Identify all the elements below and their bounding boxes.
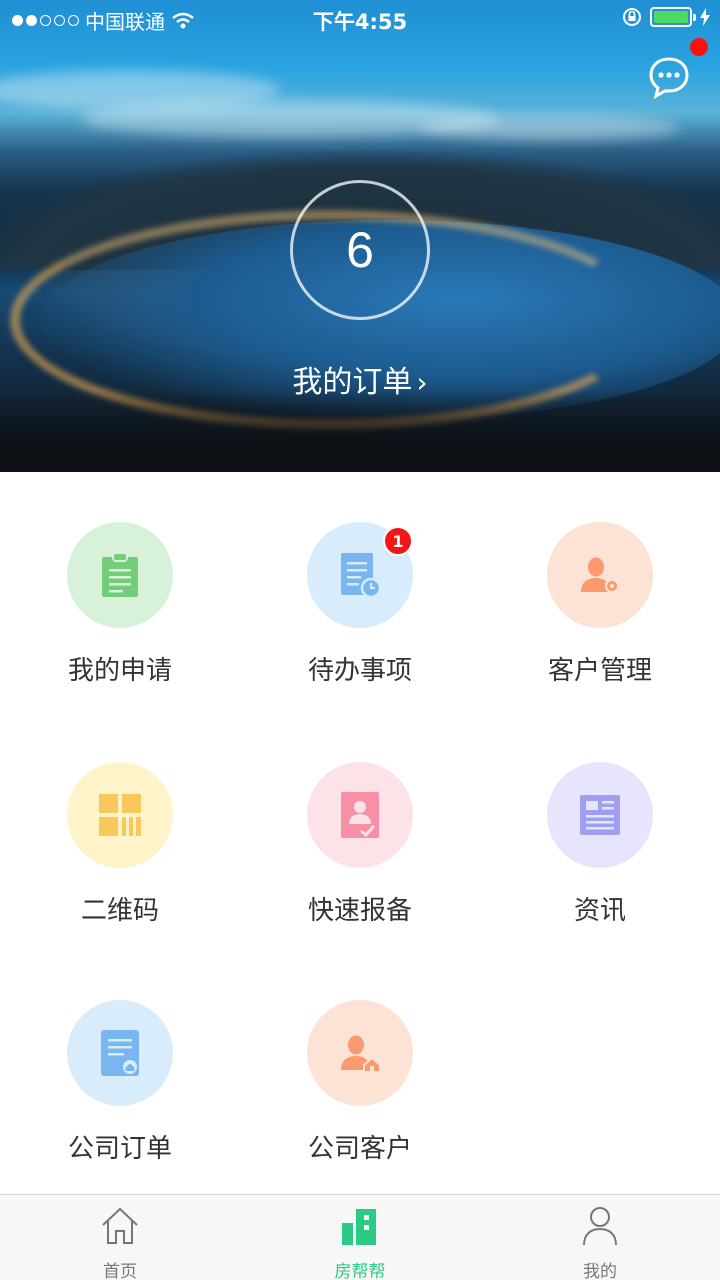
battery-charging-icon <box>650 7 696 27</box>
menu-label: 待办事项 <box>307 656 412 686</box>
menu-label: 公司客户 <box>307 1134 412 1164</box>
status-time: 下午4:55 <box>312 10 408 34</box>
tab-label: 我的 <box>583 1262 617 1280</box>
menu-grid: 我的申请 待办事项 客户管理 二维码 快速报备 资讯 公司订单 公司客户 <box>0 472 720 1194</box>
order-count: 6 <box>346 222 374 278</box>
tab-home[interactable]: 首页 <box>0 1195 240 1280</box>
qr-code-icon <box>67 762 173 868</box>
status-bar: 中国联通 下午4:55 <box>0 0 720 36</box>
menu-label: 资讯 <box>573 896 626 926</box>
tab-label: 房帮帮 <box>334 1262 386 1280</box>
user-gear-icon <box>547 522 653 628</box>
my-orders-label: 我的订单 <box>292 365 413 400</box>
menu-item-customer-management[interactable]: 客户管理 <box>480 472 720 712</box>
charging-bolt-icon <box>700 8 710 26</box>
tab-bar: 首页 房帮帮 我的 <box>0 1194 720 1280</box>
chat-bubble-icon <box>649 57 689 99</box>
menu-item-news[interactable]: 资讯 <box>480 712 720 952</box>
news-icon <box>547 762 653 868</box>
document-home-icon <box>67 1000 173 1106</box>
menu-label: 二维码 <box>80 896 159 926</box>
message-button[interactable] <box>646 54 692 100</box>
tab-fangbangbang[interactable]: 房帮帮 <box>240 1195 480 1280</box>
person-icon <box>583 1207 617 1246</box>
menu-label: 公司订单 <box>67 1134 172 1164</box>
id-card-check-icon <box>307 762 413 868</box>
home-icon <box>102 1207 138 1244</box>
tab-label: 首页 <box>103 1262 137 1280</box>
menu-item-company-orders[interactable]: 公司订单 <box>0 950 240 1190</box>
menu-item-company-customers[interactable]: 公司客户 <box>240 950 480 1190</box>
order-count-ring[interactable]: 6 <box>290 180 430 320</box>
menu-item-todo[interactable]: 待办事项 <box>240 472 480 712</box>
menu-label: 快速报备 <box>307 896 412 926</box>
my-orders-link[interactable]: 我的订单 › <box>0 357 720 401</box>
user-home-icon <box>307 1000 413 1106</box>
buildings-icon <box>342 1209 376 1245</box>
tab-mine[interactable]: 我的 <box>480 1195 720 1280</box>
menu-item-qr-code[interactable]: 二维码 <box>0 712 240 952</box>
unread-dot <box>690 38 708 56</box>
menu-label: 客户管理 <box>547 656 652 686</box>
chevron-right-icon: › <box>416 366 428 399</box>
clipboard-icon <box>67 522 173 628</box>
menu-item-quick-report[interactable]: 快速报备 <box>240 712 480 952</box>
rotation-lock-icon <box>623 8 641 26</box>
todo-badge: 1 <box>383 526 413 556</box>
menu-item-my-applications[interactable]: 我的申请 <box>0 472 240 712</box>
menu-label: 我的申请 <box>67 656 172 686</box>
